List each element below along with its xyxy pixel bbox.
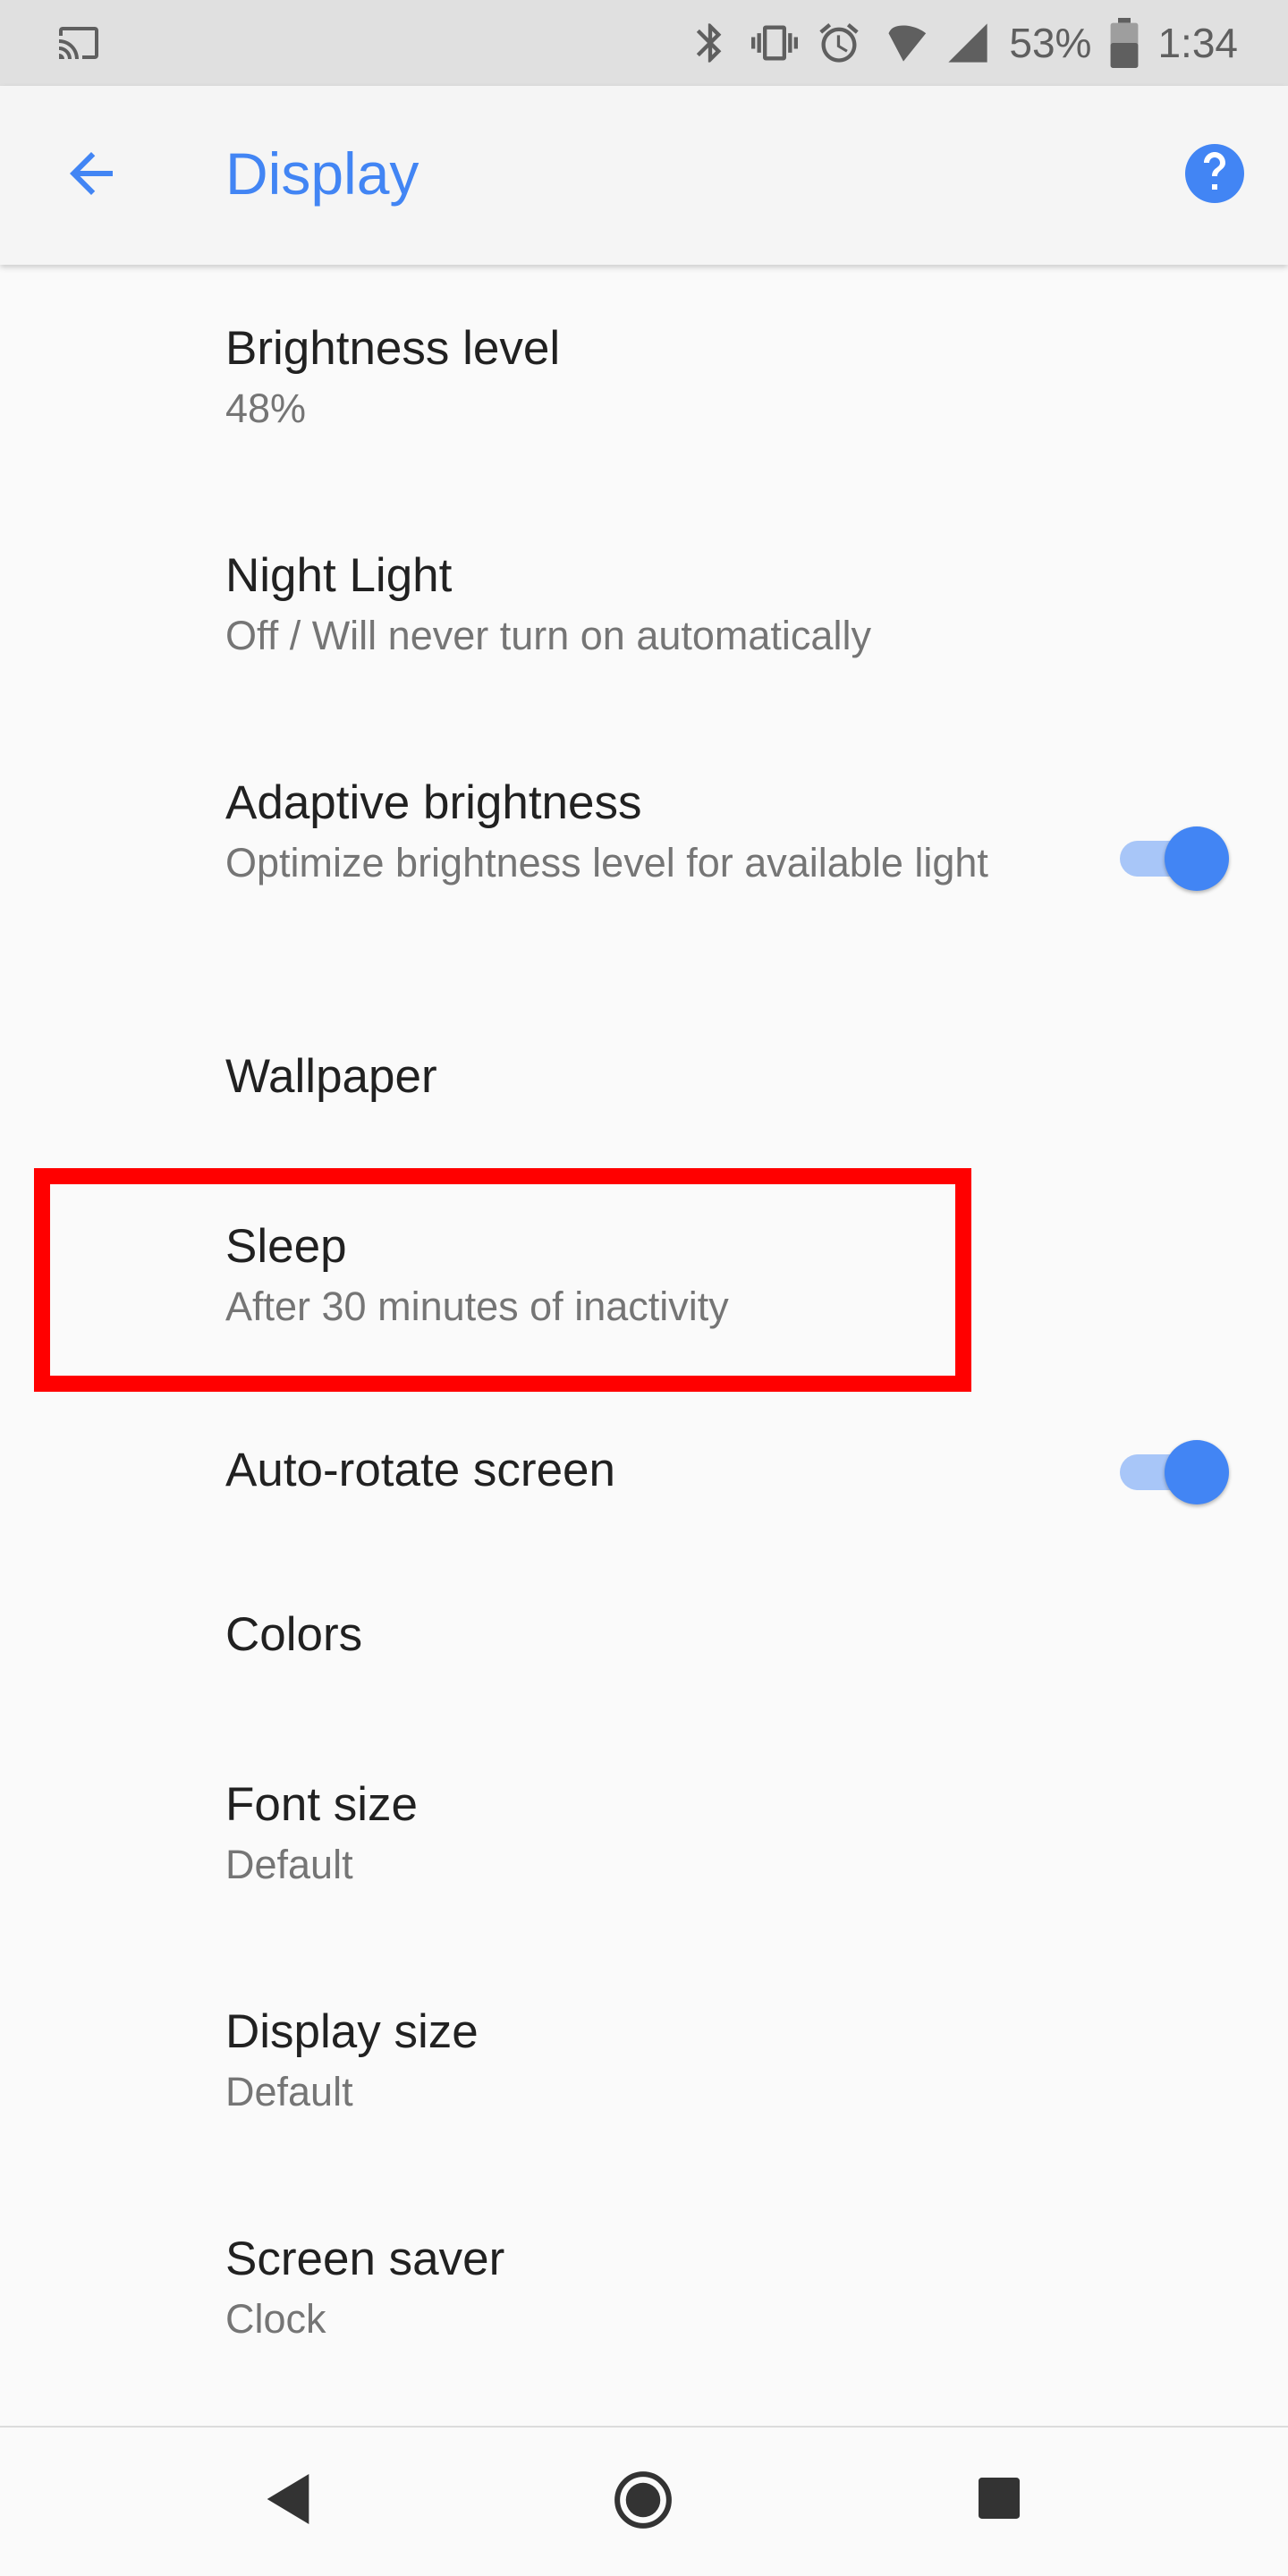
setting-wallpaper[interactable]: Wallpaper [0, 996, 1288, 1163]
battery-icon [1111, 18, 1139, 68]
vibrate-icon [751, 25, 799, 61]
setting-summary: Clock [225, 2296, 326, 2342]
setting-title: Adaptive brightness [225, 776, 642, 829]
toggle-thumb [1165, 1440, 1229, 1504]
setting-brightness-level[interactable]: Brightness level 48% [0, 265, 1288, 492]
setting-title: Wallpaper [225, 1050, 437, 1103]
setting-summary: 48% [225, 386, 307, 431]
setting-title: Display size [225, 2005, 479, 2058]
cast-icon [59, 27, 98, 59]
signal-icon [948, 23, 988, 63]
auto-rotate-toggle[interactable] [1120, 1435, 1229, 1506]
setting-auto-rotate[interactable]: Auto-rotate screen [0, 1390, 1288, 1556]
bluetooth-icon [697, 23, 722, 63]
status-bar: 53% 1:34 [0, 0, 1288, 86]
setting-summary: Default [225, 1842, 353, 1887]
nav-back-icon[interactable] [265, 2474, 311, 2524]
battery-percent: 53% [1009, 20, 1092, 66]
setting-summary: Optimize brightness level for available … [225, 840, 988, 886]
alarm-icon [819, 23, 860, 63]
setting-screen-saver[interactable]: Screen saver Clock [0, 2181, 1288, 2408]
setting-summary: Default [225, 2069, 353, 2114]
app-bar: Display [0, 86, 1288, 265]
setting-adaptive-brightness[interactable]: Adaptive brightness Optimize brightness … [0, 719, 1288, 996]
navigation-bar [0, 2428, 1288, 2576]
setting-font-size[interactable]: Font size Default [0, 1726, 1288, 1953]
highlight-box [34, 1168, 971, 1392]
help-icon[interactable] [1182, 141, 1247, 206]
setting-title: Screen saver [225, 2233, 505, 2285]
nav-recents-icon[interactable] [979, 2478, 1020, 2519]
setting-summary: Off / Will never turn on automatically [225, 613, 871, 658]
setting-night-light[interactable]: Night Light Off / Will never turn on aut… [0, 492, 1288, 719]
setting-title: Night Light [225, 549, 453, 602]
status-time: 1:34 [1157, 20, 1238, 66]
setting-title: Font size [225, 1778, 419, 1831]
adaptive-brightness-toggle[interactable] [1120, 821, 1229, 893]
setting-title: Colors [225, 1608, 363, 1661]
setting-title: Brightness level [225, 322, 561, 375]
setting-colors[interactable]: Colors [0, 1556, 1288, 1726]
page-title: Display [225, 140, 419, 207]
setting-title: Auto-rotate screen [225, 1444, 616, 1496]
arrow-back-icon[interactable] [59, 141, 123, 206]
nav-home-icon[interactable] [614, 2470, 673, 2529]
setting-display-size[interactable]: Display size Default [0, 1953, 1288, 2181]
toggle-thumb [1165, 826, 1229, 891]
wifi-icon [888, 25, 927, 62]
